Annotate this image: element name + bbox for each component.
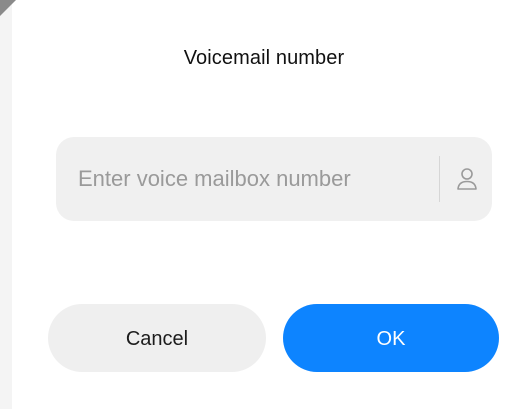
screen: Voicemail number Cancel OK [0,0,528,409]
voicemail-number-input-container [56,137,492,221]
ok-button[interactable]: OK [283,304,499,372]
input-divider [439,156,440,202]
contact-person-icon[interactable] [455,166,479,192]
cancel-button[interactable]: Cancel [48,304,266,372]
voicemail-number-input[interactable] [56,137,438,221]
dialog-title: Voicemail number [183,47,345,69]
